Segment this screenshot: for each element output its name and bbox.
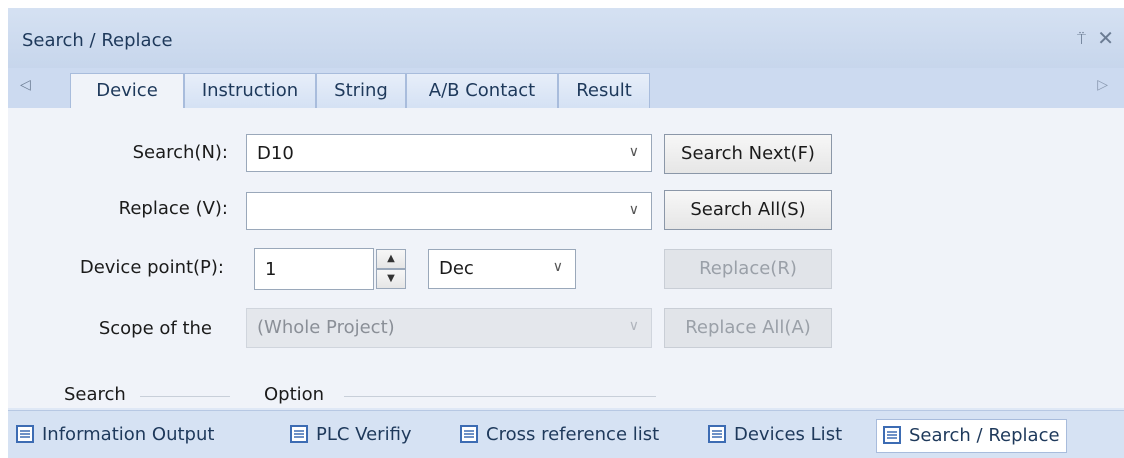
pin-icon[interactable]: ⍡ <box>1077 30 1086 48</box>
bottom-tab-plc-verify[interactable]: PLC Verifiy <box>290 419 412 451</box>
search-label: Search(N): <box>132 142 228 163</box>
bottom-tab-information-output[interactable]: Information Output <box>16 419 214 451</box>
tab-result[interactable]: Result <box>558 73 650 109</box>
tab-ab-contact[interactable]: A/B Contact <box>406 73 558 109</box>
replace-all-button[interactable]: Replace All(A) <box>664 308 832 348</box>
panel-title: Search / Replace <box>22 30 173 51</box>
tab-strip: ◁ Device Instruction String A/B Contact … <box>8 68 1124 110</box>
device-point-label: Device point(P): <box>79 257 224 278</box>
scope-value: (Whole Project) <box>257 317 395 338</box>
document-icon <box>290 425 308 443</box>
title-bar: Search / Replace ⍡ ✕ <box>8 8 1124 69</box>
tab-instruction[interactable]: Instruction <box>184 73 316 109</box>
bottom-tab-bar: Information Output PLC Verifiy Cross ref… <box>8 410 1124 458</box>
bottom-tab-label: Cross reference list <box>486 424 660 445</box>
replace-combobox[interactable]: ∨ <box>246 192 652 230</box>
device-tab-content: Search(N): D10 ∨ Search Next(F) Replace … <box>8 108 1124 408</box>
device-point-stepper[interactable]: ▲ ▼ <box>376 248 408 290</box>
bottom-tab-label: Information Output <box>42 424 215 445</box>
tab-device[interactable]: Device <box>70 73 184 110</box>
document-icon <box>460 425 478 443</box>
replace-button[interactable]: Replace(R) <box>664 249 832 289</box>
chevron-down-icon[interactable]: ∨ <box>629 202 639 218</box>
bottom-tab-label: PLC Verifiy <box>316 424 412 445</box>
search-combobox[interactable]: D10 ∨ <box>246 134 652 172</box>
scroll-right-icon[interactable]: ▷ <box>1097 77 1108 93</box>
radix-value: Dec <box>439 258 474 279</box>
search-all-button[interactable]: Search All(S) <box>664 190 832 230</box>
spin-up-icon[interactable]: ▲ <box>376 249 406 269</box>
document-icon <box>16 425 34 443</box>
bottom-tab-devices-list[interactable]: Devices List <box>708 419 842 451</box>
chevron-down-icon: ∨ <box>628 318 639 334</box>
document-icon <box>883 426 901 444</box>
device-point-value: 1 <box>265 259 277 280</box>
search-value: D10 <box>257 143 294 164</box>
close-icon[interactable]: ✕ <box>1097 26 1114 50</box>
bottom-tab-label: Search / Replace <box>909 425 1060 446</box>
option-group-label: Option <box>264 384 325 405</box>
spin-down-icon[interactable]: ▼ <box>376 269 406 289</box>
bottom-tab-search-replace[interactable]: Search / Replace <box>876 419 1067 453</box>
search-group-border <box>140 396 230 397</box>
tab-string[interactable]: String <box>316 73 406 109</box>
search-replace-window: Search / Replace ⍡ ✕ ◁ Device Instructio… <box>8 8 1124 458</box>
replace-label: Replace (V): <box>118 198 228 219</box>
scroll-left-icon[interactable]: ◁ <box>20 77 31 93</box>
chevron-down-icon[interactable]: ∨ <box>629 144 639 160</box>
bottom-tab-label: Devices List <box>734 424 843 445</box>
bottom-tab-cross-reference-list[interactable]: Cross reference list <box>460 419 659 451</box>
search-group-label: Search <box>64 384 126 405</box>
document-icon <box>708 425 726 443</box>
scope-combobox[interactable]: (Whole Project) ∨ <box>246 308 652 348</box>
search-next-button[interactable]: Search Next(F) <box>664 134 832 174</box>
chevron-down-icon[interactable]: ∨ <box>553 259 563 275</box>
radix-select[interactable]: Dec ∨ <box>428 249 576 289</box>
option-group-border <box>344 396 656 397</box>
device-point-input[interactable]: 1 <box>254 248 374 290</box>
scope-label: Scope of the <box>98 318 212 339</box>
